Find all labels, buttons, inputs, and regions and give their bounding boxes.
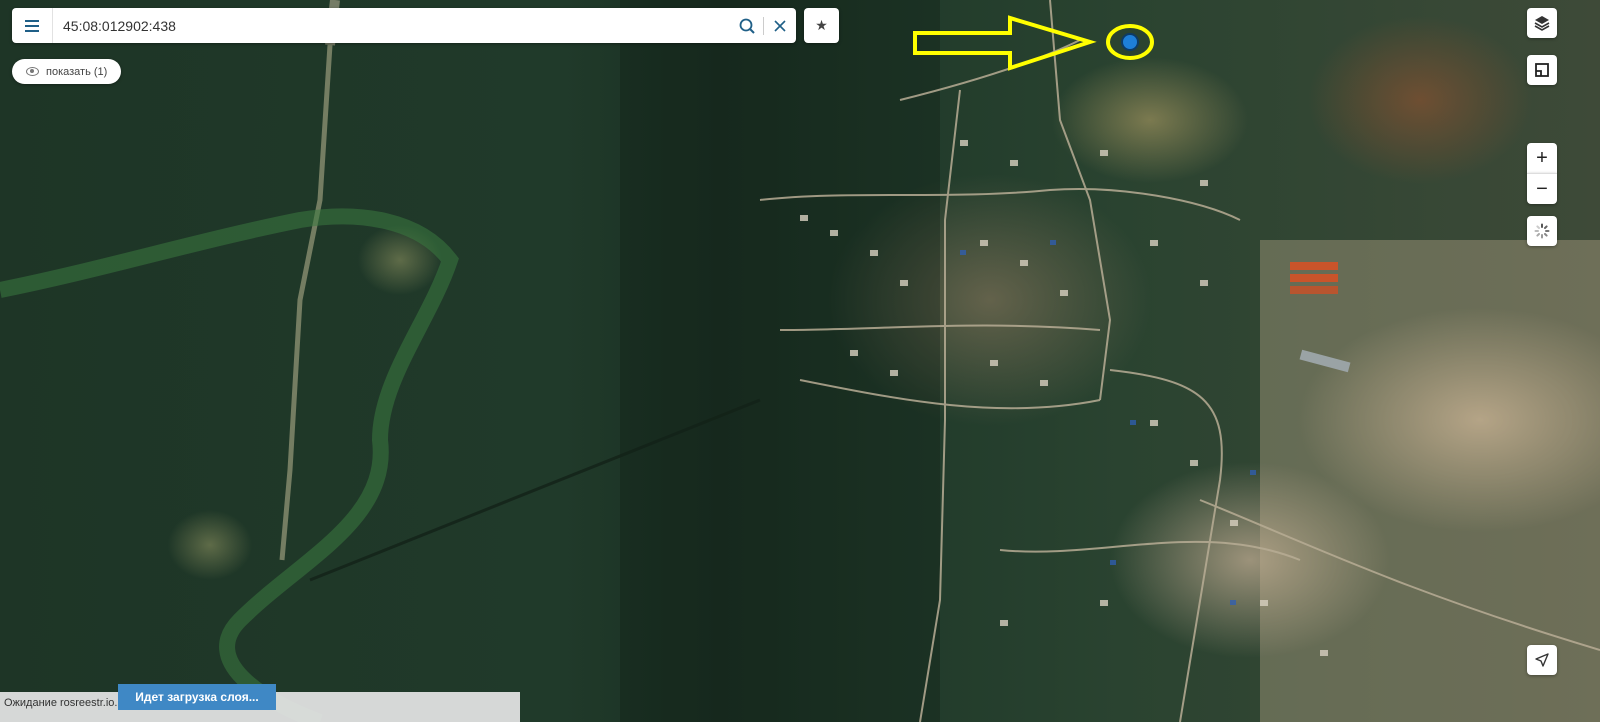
spinner-icon bbox=[1534, 223, 1550, 239]
layer-loading-badge: Идет загрузка слоя... bbox=[118, 684, 276, 710]
river-vegetation bbox=[0, 208, 459, 722]
farm-building bbox=[1290, 286, 1338, 294]
zoom-out-button[interactable]: − bbox=[1527, 173, 1557, 204]
ruler-icon bbox=[1535, 63, 1549, 77]
clear-icon bbox=[774, 19, 786, 32]
show-filter-label: показать (1) bbox=[46, 65, 108, 78]
farm-building bbox=[1290, 262, 1338, 270]
minus-icon: − bbox=[1536, 177, 1548, 200]
layers-button[interactable] bbox=[1527, 8, 1557, 38]
map-features bbox=[0, 0, 1600, 722]
search-button[interactable] bbox=[731, 8, 763, 43]
show-filter-button[interactable]: показать (1) bbox=[12, 59, 122, 84]
star-icon: ★ bbox=[815, 17, 828, 33]
measure-button[interactable] bbox=[1527, 55, 1557, 85]
satellite-map[interactable] bbox=[0, 0, 1600, 722]
my-location-button[interactable] bbox=[1527, 645, 1557, 675]
location-arrow-icon bbox=[1535, 653, 1549, 667]
search-bar bbox=[12, 8, 796, 43]
menu-button[interactable] bbox=[12, 8, 53, 43]
village-roads bbox=[759, 0, 1600, 722]
favorites-button[interactable]: ★ bbox=[804, 8, 839, 43]
zoom-in-button[interactable]: + bbox=[1527, 143, 1557, 173]
farm-building bbox=[1290, 274, 1338, 282]
eye-icon bbox=[26, 67, 39, 76]
plus-icon: + bbox=[1536, 146, 1548, 169]
search-input[interactable] bbox=[53, 17, 731, 34]
loading-label: Идет загрузка слоя... bbox=[135, 690, 259, 704]
layers-icon bbox=[1534, 16, 1550, 31]
buildings bbox=[800, 140, 1328, 656]
location-marker bbox=[1121, 33, 1139, 51]
farm-shed bbox=[1299, 349, 1351, 373]
annotation-arrow bbox=[913, 15, 1097, 71]
loading-indicator-button[interactable] bbox=[1527, 216, 1557, 246]
forest-clearing bbox=[279, 44, 333, 561]
menu-icon bbox=[25, 24, 39, 27]
status-text: Ожидание rosreestr.io... bbox=[4, 697, 124, 709]
clear-button[interactable] bbox=[764, 8, 796, 43]
search-icon bbox=[739, 18, 755, 34]
